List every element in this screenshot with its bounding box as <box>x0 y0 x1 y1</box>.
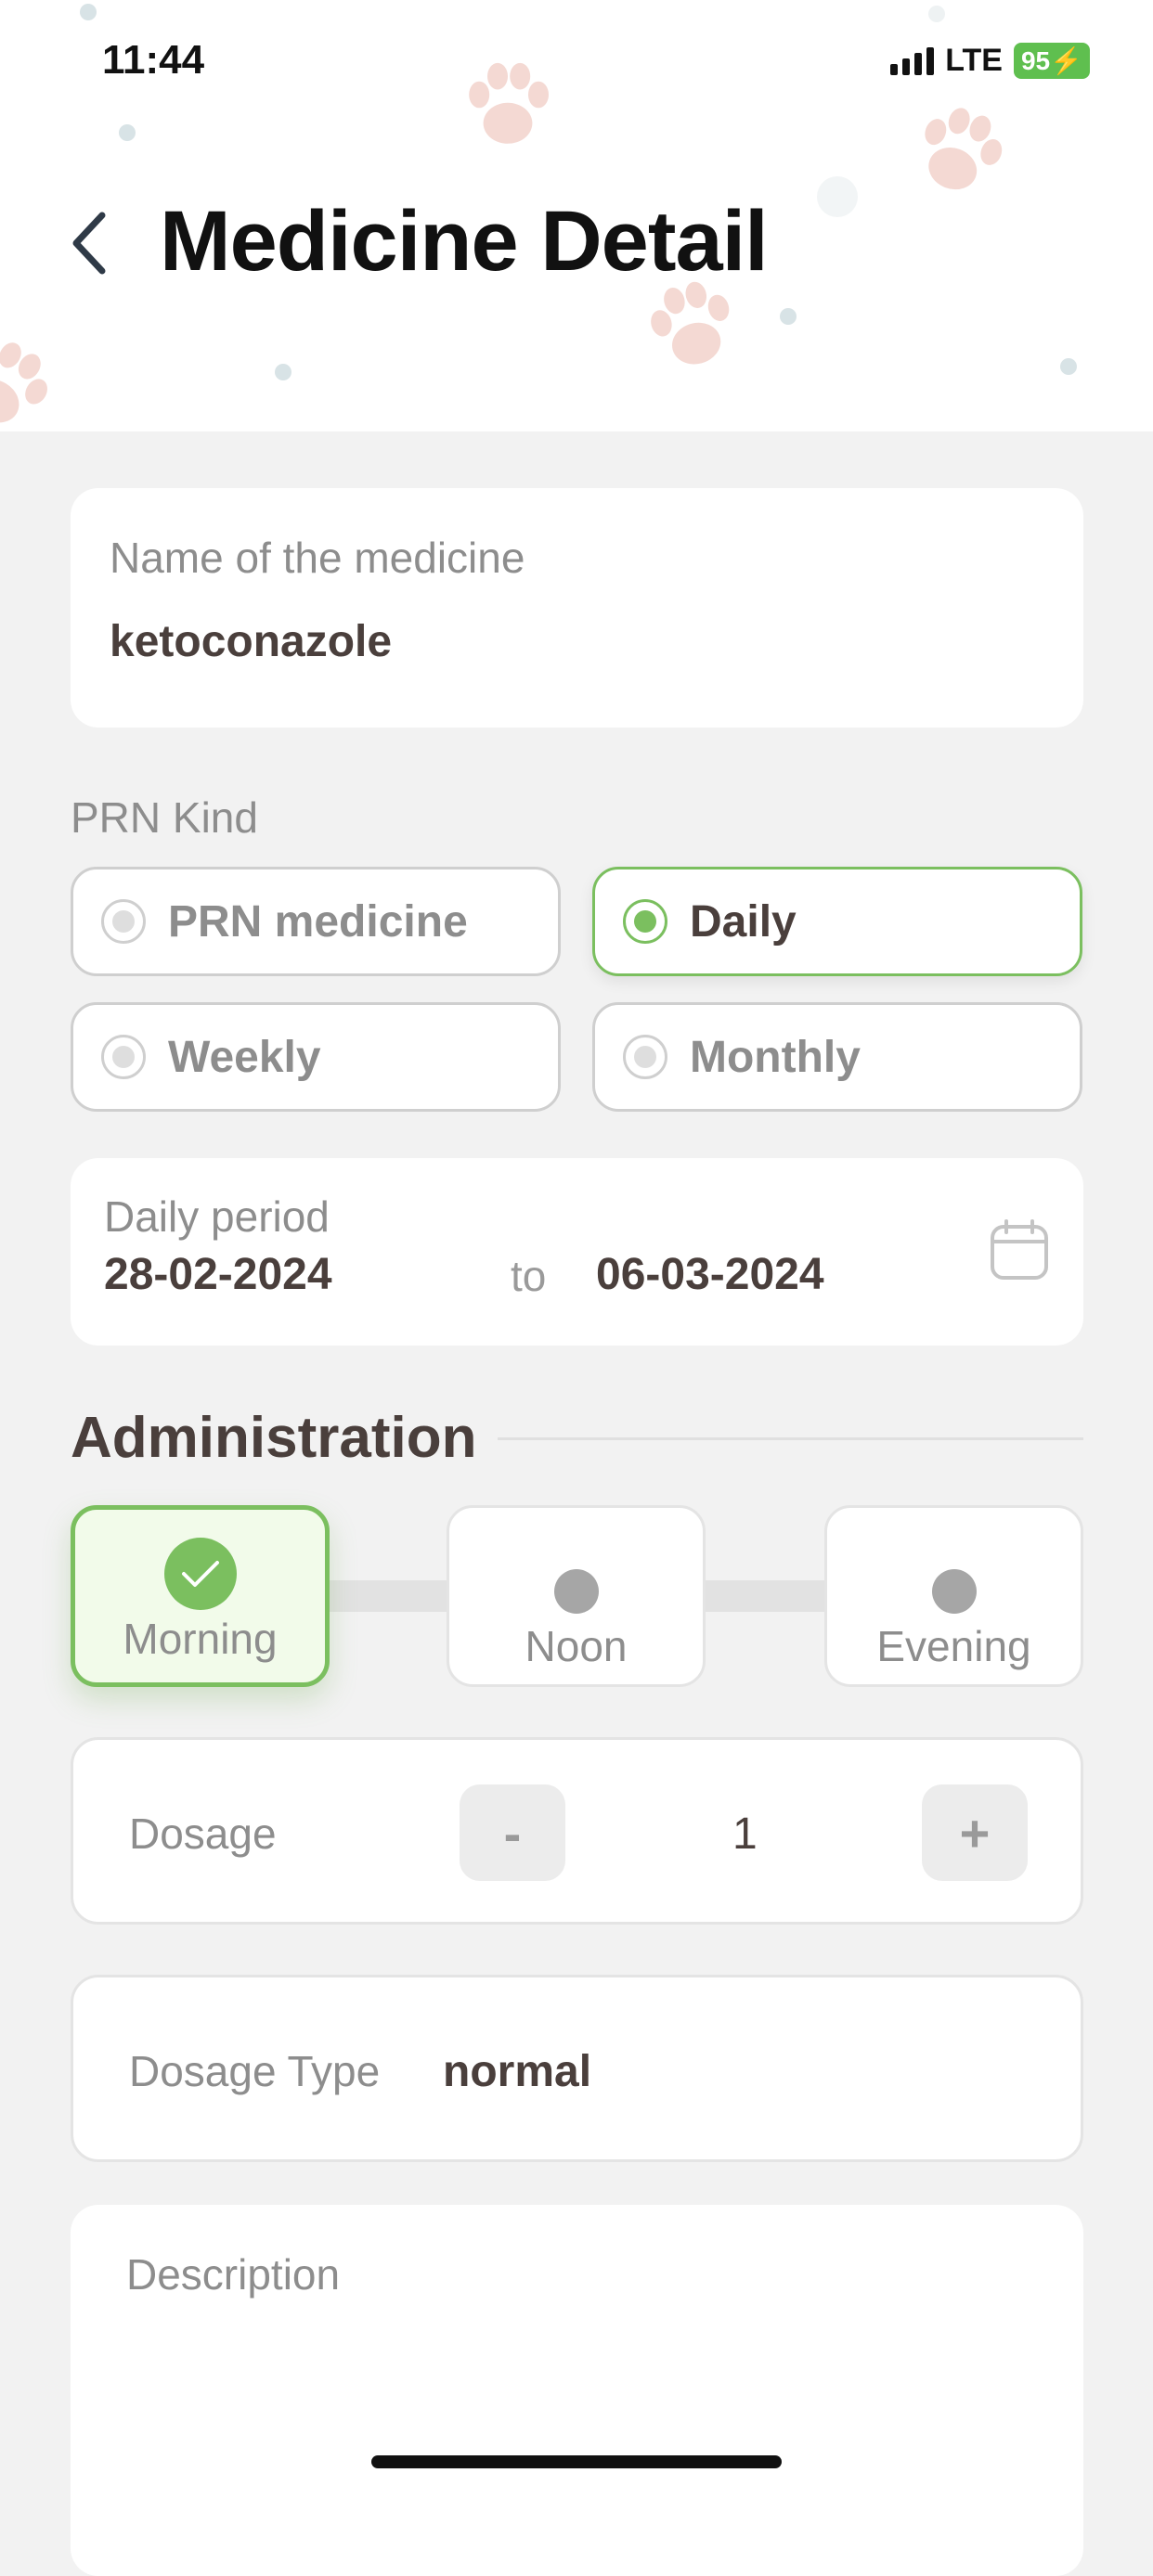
option-label: Daily <box>690 896 797 947</box>
daily-period-picker[interactable]: Daily period 28-02-2024 to 06-03-2024 <box>71 1158 1083 1346</box>
page-title: Medicine Detail <box>160 194 769 289</box>
description-field[interactable]: Description <box>71 2205 1083 2576</box>
slot-label: Noon <box>525 1622 628 1670</box>
slot-label: Morning <box>123 1615 278 1663</box>
description-label: Description <box>126 2250 341 2299</box>
dosage-value: 1 <box>732 1810 758 1859</box>
option-label: PRN medicine <box>168 896 468 947</box>
period-start-date[interactable]: 28-02-2024 <box>104 1249 332 1300</box>
decor-dot <box>780 308 797 325</box>
administration-title: Administration <box>71 1406 477 1470</box>
prn-kind-label: PRN Kind <box>71 793 258 842</box>
radio-selected-icon <box>623 899 667 944</box>
status-time: 11:44 <box>102 37 205 83</box>
dosage-stepper: Dosage - 1 + <box>71 1737 1083 1925</box>
decor-dot <box>80 4 97 20</box>
daily-period-label: Daily period <box>104 1192 330 1241</box>
dosage-type-value: normal <box>443 2047 592 2096</box>
paw-print-icon <box>469 62 549 144</box>
decor-dot <box>275 364 291 380</box>
decrement-button[interactable]: - <box>460 1784 565 1881</box>
header: 11:44 LTE 95⚡ Medicine Detail <box>0 0 1153 431</box>
battery-indicator: 95⚡ <box>1013 43 1090 79</box>
paw-print-icon <box>925 108 1003 190</box>
home-indicator[interactable] <box>371 2455 782 2468</box>
radio-icon <box>623 1035 667 1079</box>
slot-dot <box>553 1569 599 1614</box>
cellular-signal-icon <box>890 46 935 75</box>
slot-morning[interactable]: Morning <box>71 1505 330 1687</box>
slot-dot <box>931 1569 977 1614</box>
slot-noon[interactable]: Noon <box>447 1505 706 1687</box>
radio-icon <box>101 899 146 944</box>
increment-button[interactable]: + <box>922 1784 1028 1881</box>
check-icon <box>163 1538 237 1610</box>
decor-dot <box>817 176 858 217</box>
section-divider <box>498 1437 1083 1440</box>
radio-icon <box>101 1035 146 1079</box>
medicine-name-field[interactable]: Name of the medicine <box>71 488 1083 728</box>
decor-dot <box>1060 358 1077 375</box>
prn-option-daily[interactable]: Daily <box>592 867 1082 976</box>
status-indicators: LTE 95⚡ <box>890 43 1090 79</box>
period-end-date[interactable]: 06-03-2024 <box>596 1249 824 1300</box>
dosage-label: Dosage <box>129 1810 277 1858</box>
network-type: LTE <box>945 43 1003 78</box>
battery-level: 95 <box>1020 46 1051 75</box>
decor-dot <box>928 6 945 22</box>
prn-option-monthly[interactable]: Monthly <box>592 1002 1082 1112</box>
calendar-icon[interactable] <box>990 1219 1049 1281</box>
chevron-left-icon <box>72 212 106 275</box>
slot-label: Evening <box>876 1622 1031 1670</box>
decor-dot <box>119 124 136 141</box>
option-label: Weekly <box>168 1032 321 1082</box>
prn-option-weekly[interactable]: Weekly <box>71 1002 561 1112</box>
medicine-name-label: Name of the medicine <box>110 534 525 582</box>
dosage-type-field[interactable]: Dosage Type normal <box>71 1975 1083 2162</box>
period-separator: to <box>511 1252 547 1300</box>
slot-evening[interactable]: Evening <box>824 1505 1083 1687</box>
medicine-name-value[interactable]: ketoconazole <box>110 616 392 667</box>
option-label: Monthly <box>690 1032 861 1082</box>
back-button[interactable] <box>61 206 117 280</box>
prn-option-prn-medicine[interactable]: PRN medicine <box>71 867 561 976</box>
paw-print-icon <box>0 342 47 423</box>
dosage-type-label: Dosage Type <box>129 2047 381 2095</box>
